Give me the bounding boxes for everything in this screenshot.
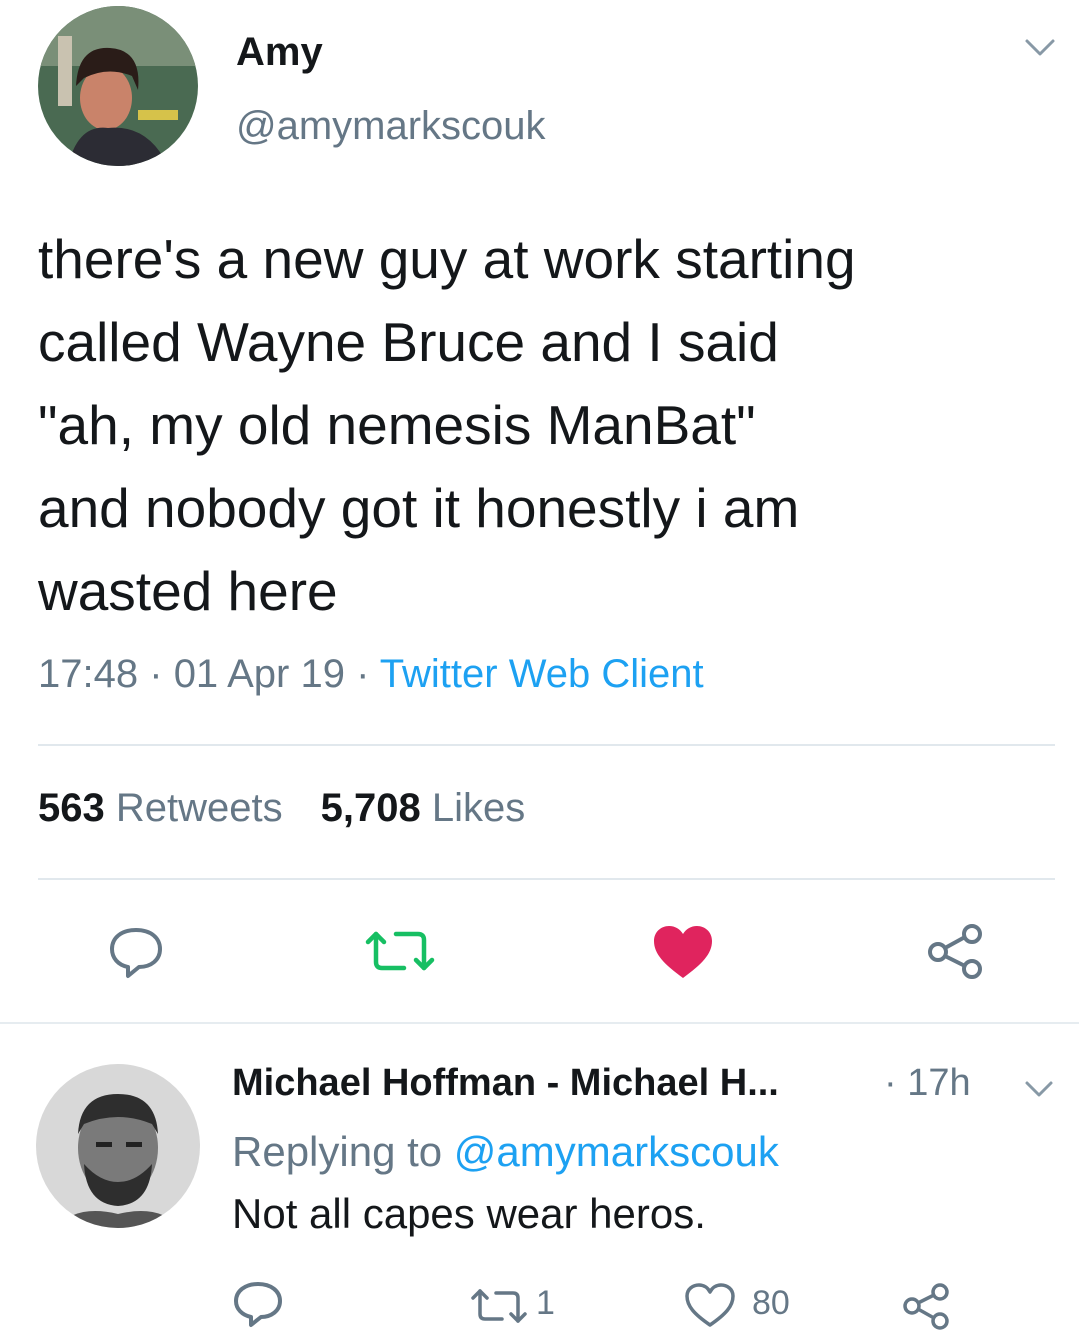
- reply-menu-chevron-down-icon[interactable]: [1024, 1078, 1054, 1100]
- likes-stat[interactable]: 5,708 Likes: [321, 786, 526, 830]
- heart-icon: [685, 1283, 735, 1327]
- tweet-meta: 17:48 · 01 Apr 19 · Twitter Web Client: [38, 652, 704, 697]
- tweet-client-link[interactable]: Twitter Web Client: [380, 652, 704, 696]
- retweets-stat[interactable]: 563 Retweets: [38, 786, 283, 830]
- heart-icon: [654, 926, 712, 978]
- tweet-menu-chevron-down-icon[interactable]: [1024, 36, 1056, 60]
- meta-separator: ·: [356, 652, 370, 696]
- reply-icon: [234, 1282, 282, 1327]
- retweet-icon: [365, 931, 435, 971]
- tweet-text-line: there's a new guy at work starting: [38, 228, 856, 290]
- likes-count: 5,708: [320, 786, 421, 830]
- tweet-text-line: "ah, my old nemesis ManBat": [38, 394, 756, 456]
- tweet-text: there's a new guy at work starting calle…: [38, 218, 1048, 633]
- retweet-icon: [471, 1289, 527, 1323]
- reply-time[interactable]: · 17h: [884, 1062, 971, 1105]
- likes-label: Likes: [431, 786, 526, 830]
- reply-share-button[interactable]: [902, 1282, 952, 1330]
- reply-author-avatar-image: [36, 1064, 200, 1228]
- reply-reply-button[interactable]: [232, 1280, 284, 1328]
- author-avatar-image: [38, 6, 198, 166]
- replying-to-mention[interactable]: @amymarkscouk: [454, 1128, 779, 1175]
- share-button[interactable]: [926, 922, 986, 980]
- reply-button[interactable]: [106, 924, 166, 980]
- share-icon: [903, 1283, 949, 1330]
- divider: [38, 744, 1055, 746]
- share-icon: [928, 924, 982, 979]
- replying-to: Replying to @amymarkscouk: [232, 1128, 779, 1176]
- reply-retweet-button[interactable]: [468, 1286, 530, 1326]
- tweet-text-line: wasted here: [38, 560, 338, 622]
- meta-separator: ·: [149, 652, 163, 696]
- reply-text: Not all capes wear heros.: [232, 1190, 706, 1237]
- tweet-date[interactable]: 01 Apr 19: [174, 652, 345, 696]
- reply-retweet-count: 1: [536, 1284, 555, 1322]
- retweets-label: Retweets: [115, 786, 283, 830]
- reply-author-name[interactable]: Michael Hoffman - Michael H...: [232, 1062, 779, 1105]
- replying-prefix: Replying to: [232, 1128, 443, 1175]
- section-divider: [0, 1022, 1079, 1024]
- author-name[interactable]: Amy: [236, 30, 323, 75]
- retweet-button[interactable]: [360, 926, 440, 976]
- author-avatar[interactable]: [38, 6, 198, 166]
- tweet-time[interactable]: 17:48: [38, 652, 138, 696]
- reply-author-avatar[interactable]: [36, 1064, 200, 1228]
- divider: [38, 878, 1055, 880]
- reply-like-count: 80: [752, 1284, 790, 1322]
- tweet-stats: 563 Retweets 5,708 Likes: [38, 786, 525, 831]
- retweets-count: 563: [38, 786, 105, 830]
- reply-like-button[interactable]: [684, 1282, 736, 1328]
- tweet-text-line: called Wayne Bruce and I said: [38, 311, 779, 373]
- tweet-text-line: and nobody got it honestly i am: [38, 477, 800, 539]
- author-handle[interactable]: @amymarkscouk: [236, 104, 546, 149]
- like-button[interactable]: [652, 924, 714, 980]
- reply-icon: [110, 928, 162, 978]
